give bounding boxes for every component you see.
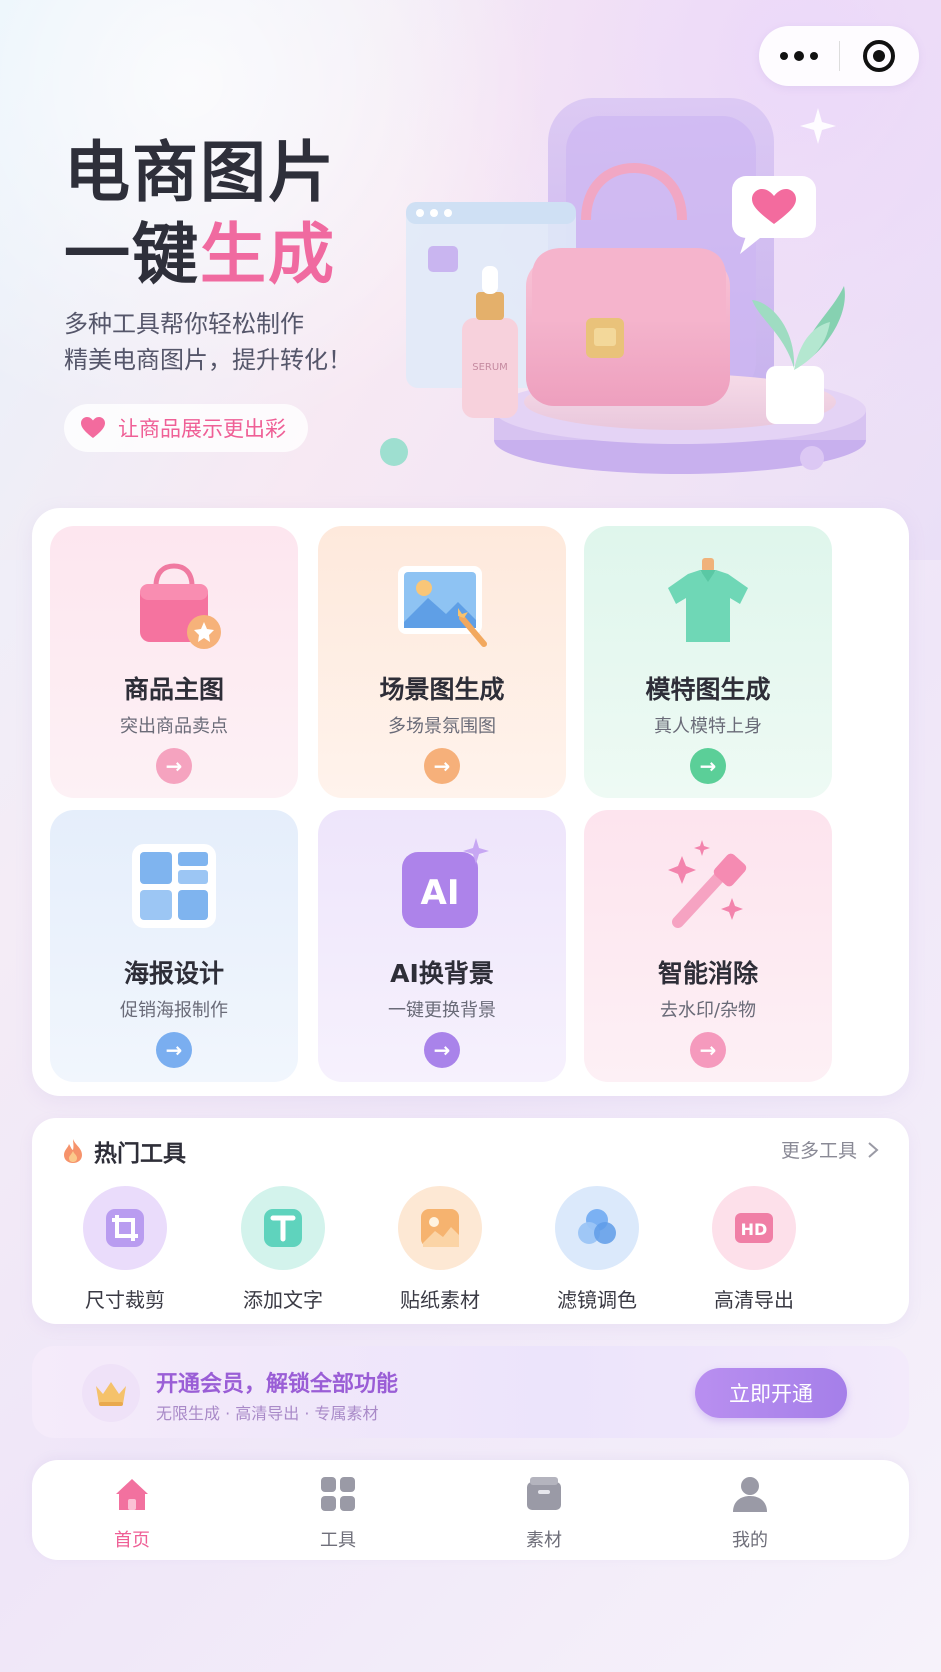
filter-icon [555, 1186, 639, 1270]
more-tools-label: 更多工具 [780, 1140, 857, 1162]
arrow-right-icon[interactable]: → [156, 1032, 192, 1068]
svg-text:HD: HD [741, 1220, 768, 1239]
feature-ai-background[interactable]: AI AI换背景 一键更换背景 → [318, 810, 566, 1082]
feature-title: AI换背景 [390, 959, 494, 988]
hero-tag-pill: 让商品展示更出彩 [64, 404, 308, 452]
image-scene-icon [398, 566, 487, 647]
feature-title: 模特图生成 [645, 675, 771, 704]
vip-banner[interactable]: 开通会员，解锁全部功能 无限生成 · 高清导出 · 专属素材 立即开通 [32, 1346, 909, 1438]
title-line2: 一键生成 [64, 214, 336, 296]
tab-label: 工具 [320, 1530, 356, 1551]
crown-icon [82, 1364, 140, 1422]
arrow-right-icon[interactable]: → [424, 748, 460, 784]
feature-smart-erase[interactable]: 智能消除 去水印/杂物 → [584, 810, 832, 1082]
feature-title: 商品主图 [123, 675, 224, 704]
tool-label: 添加文字 [243, 1288, 323, 1312]
arrow-right-icon[interactable]: → [690, 748, 726, 784]
tool-filter[interactable]: 滤镜调色 [537, 1186, 657, 1313]
page-title: 电商图片 一键生成 [64, 132, 336, 296]
tab-profile[interactable]: 我的 [690, 1474, 810, 1552]
hot-tools-header: 热门工具 [62, 1134, 186, 1168]
heart-icon [81, 417, 105, 438]
hot-tools-section: 热门工具 更多工具 尺寸裁剪 添加文字 贴纸素材 滤镜调色 HD 高清导出 [32, 1118, 909, 1324]
feature-subtitle: 促销海报制作 [120, 1000, 228, 1021]
more-tools-link[interactable]: 更多工具 [781, 1136, 879, 1163]
tool-label: 高清导出 [714, 1288, 794, 1312]
arrow-right-icon[interactable]: → [690, 1032, 726, 1068]
hero-tag-label: 让商品展示更出彩 [118, 417, 286, 441]
home-icon [116, 1479, 148, 1510]
feature-subtitle: 去水印/杂物 [659, 1000, 757, 1021]
user-icon [733, 1477, 767, 1512]
arrow-right-icon[interactable]: → [156, 748, 192, 784]
tool-crop[interactable]: 尺寸裁剪 [65, 1186, 185, 1313]
chevron-right-icon [868, 1141, 879, 1158]
shopping-bag-icon [140, 563, 221, 649]
tool-add-text[interactable]: 添加文字 [223, 1186, 343, 1313]
vip-title: 开通会员，解锁全部功能 [156, 1372, 399, 1397]
text-icon [241, 1186, 325, 1270]
feature-model-image[interactable]: 模特图生成 真人模特上身 → [584, 526, 832, 798]
box-icon [527, 1477, 561, 1510]
poster-grid-icon [132, 844, 216, 928]
feature-subtitle: 一键更换背景 [388, 1000, 496, 1021]
close-miniprogram-icon[interactable] [840, 26, 920, 86]
title-line1: 电商图片 [64, 134, 336, 211]
vip-subtitle: 无限生成 · 高清导出 · 专属素材 [156, 1404, 379, 1423]
svg-text:AI: AI [421, 873, 460, 913]
tab-materials[interactable]: 素材 [484, 1474, 604, 1552]
feature-grid: 商品主图 突出商品卖点 → 场景图生成 多场景氛围图 → 模特图生成 真人模特上… [32, 508, 909, 1096]
svg-text:SERUM: SERUM [472, 362, 508, 373]
title-line2-normal: 一键 [64, 216, 200, 293]
flame-icon [64, 1139, 82, 1163]
feature-subtitle: 突出商品卖点 [120, 716, 228, 737]
tool-sticker[interactable]: 贴纸素材 [380, 1186, 500, 1313]
crop-icon [83, 1186, 167, 1270]
tab-tools[interactable]: 工具 [278, 1474, 398, 1552]
feature-subtitle: 多场景氛围图 [388, 716, 496, 737]
hot-tools-title: 热门工具 [94, 1141, 186, 1167]
miniprogram-capsule [759, 26, 919, 86]
hero-illustration: SERUM [380, 98, 866, 474]
open-vip-button[interactable]: 立即开通 [695, 1368, 847, 1418]
feature-poster-design[interactable]: 海报设计 促销海报制作 → [50, 810, 298, 1082]
ai-icon: AI [402, 838, 489, 928]
sticker-icon [398, 1186, 482, 1270]
subtitle-line2: 精美电商图片，提升转化！ [64, 346, 352, 374]
tool-label: 贴纸素材 [400, 1288, 480, 1312]
hero-subtitle: 多种工具帮你轻松制作 精美电商图片，提升转化！ [64, 306, 352, 378]
feature-subtitle: 真人模特上身 [654, 716, 762, 737]
bottom-tab-bar: 首页 工具 素材 我的 [32, 1460, 909, 1656]
hd-icon: HD [712, 1186, 796, 1270]
arrow-right-icon[interactable]: → [424, 1032, 460, 1068]
feature-product-main-image[interactable]: 商品主图 突出商品卖点 → [50, 526, 298, 798]
title-line2-highlight: 生成 [200, 216, 336, 293]
tab-label: 首页 [114, 1530, 150, 1551]
tshirt-icon [668, 558, 748, 642]
feature-scene-image[interactable]: 场景图生成 多场景氛围图 → [318, 526, 566, 798]
feature-title: 海报设计 [123, 959, 224, 988]
tool-label: 滤镜调色 [557, 1288, 637, 1312]
subtitle-line1: 多种工具帮你轻松制作 [64, 310, 304, 338]
tab-home[interactable]: 首页 [72, 1474, 192, 1552]
tool-hd-export[interactable]: HD 高清导出 [694, 1186, 814, 1313]
tool-label: 尺寸裁剪 [85, 1288, 165, 1312]
magic-wand-icon [668, 840, 747, 928]
feature-title: 智能消除 [657, 959, 758, 988]
grid-icon [321, 1477, 355, 1511]
feature-title: 场景图生成 [379, 675, 505, 704]
more-menu-icon[interactable] [759, 26, 839, 86]
tab-label: 素材 [526, 1530, 562, 1551]
tab-label: 我的 [732, 1530, 768, 1551]
